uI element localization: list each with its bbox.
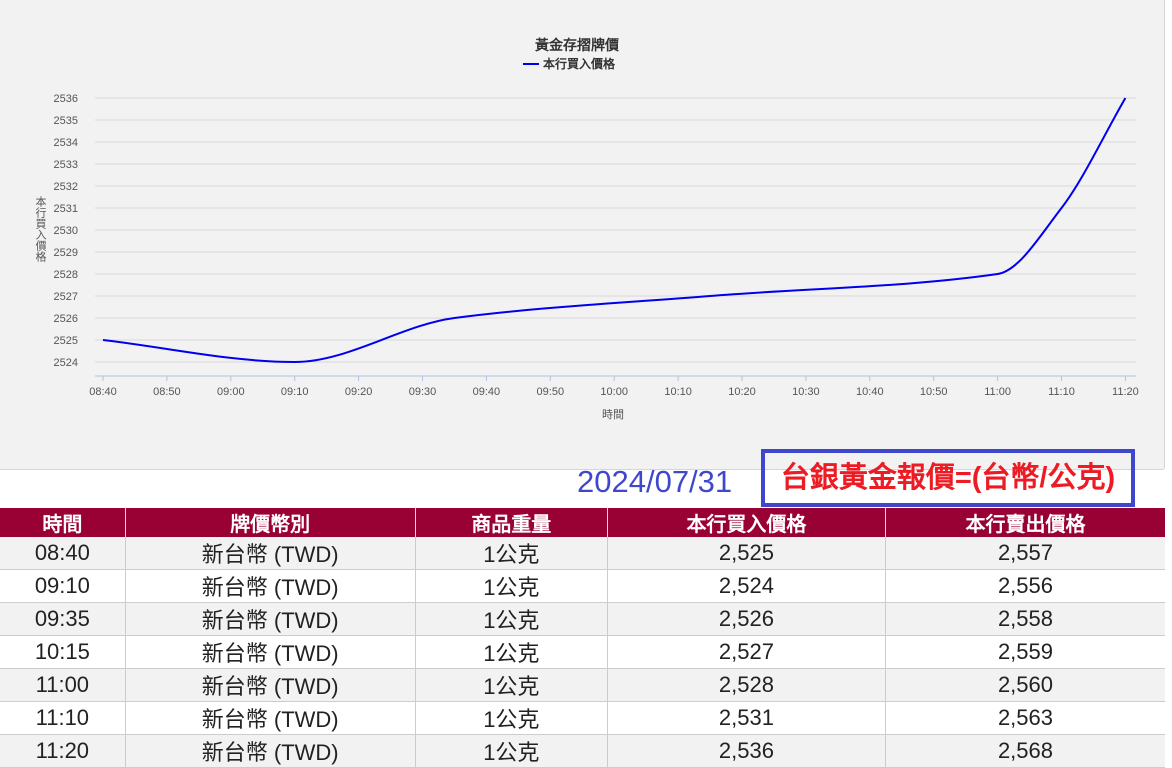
table-cell: 2,556 — [884, 569, 1165, 603]
table-cell: 2,558 — [884, 602, 1165, 636]
table-row: 10:15 新台幣 (TWD) 1公克 2,527 2,559 — [0, 635, 1165, 669]
table-cell: 新台幣 (TWD) — [124, 668, 416, 702]
table-header-row: 時間 牌價幣別 商品重量 本行買入價格 本行賣出價格 — [0, 508, 1165, 537]
table-cell: 08:40 — [0, 537, 126, 570]
table-cell: 11:00 — [0, 668, 126, 702]
table-cell: 2,531 — [606, 701, 886, 735]
x-tick-label: 11:10 — [1048, 386, 1075, 398]
table-row: 08:40 新台幣 (TWD) 1公克 2,525 2,557 — [0, 537, 1165, 570]
y-tick-label: 2526 — [54, 313, 78, 325]
table-cell: 2,527 — [606, 635, 886, 669]
price-title-box: 台銀黃金報價=(台幣/公克) — [761, 449, 1135, 507]
y-tick-label: 2533 — [54, 159, 78, 171]
table-cell: 10:15 — [0, 635, 126, 669]
table-cell: 1公克 — [414, 569, 608, 603]
table-cell: 1公克 — [414, 734, 608, 768]
x-tick-label: 09:20 — [345, 386, 373, 398]
x-tick-label: 11:20 — [1112, 386, 1139, 398]
table-cell: 2,568 — [884, 734, 1165, 768]
y-tick-label: 2530 — [54, 225, 78, 237]
table-cell: 2,526 — [606, 602, 886, 636]
table-cell: 新台幣 (TWD) — [124, 635, 416, 669]
table-cell: 2,560 — [884, 668, 1165, 702]
table-cell: 2,525 — [606, 537, 886, 570]
table-cell: 1公克 — [414, 635, 608, 669]
y-tick-label: 2534 — [54, 137, 78, 149]
y-tick-label: 2531 — [54, 203, 78, 215]
table-cell: 新台幣 (TWD) — [124, 569, 416, 603]
quote-date: 2024/07/31 — [577, 464, 733, 499]
x-tick-label: 10:30 — [792, 386, 820, 398]
y-tick-label: 2529 — [54, 247, 78, 259]
table-cell: 2,528 — [606, 668, 886, 702]
x-tick-label: 10:40 — [856, 386, 884, 398]
table-cell: 1公克 — [414, 537, 608, 570]
x-tick-label: 09:30 — [409, 386, 437, 398]
table-row: 11:00 新台幣 (TWD) 1公克 2,528 2,560 — [0, 668, 1165, 702]
table-row: 09:35 新台幣 (TWD) 1公克 2,526 2,558 — [0, 602, 1165, 636]
table-row: 09:10 新台幣 (TWD) 1公克 2,524 2,556 — [0, 569, 1165, 603]
legend-label[interactable]: 本行買入價格 — [543, 56, 616, 71]
table-cell: 1公克 — [414, 602, 608, 636]
x-tick-label: 10:50 — [920, 386, 948, 398]
table-cell: 11:10 — [0, 701, 126, 735]
table-row: 11:20 新台幣 (TWD) 1公克 2,536 2,568 — [0, 734, 1165, 768]
table-cell: 2,524 — [606, 569, 886, 603]
table-cell: 新台幣 (TWD) — [124, 734, 416, 768]
table-cell: 1公克 — [414, 701, 608, 735]
table-cell: 1公克 — [414, 668, 608, 702]
table-cell: 09:10 — [0, 569, 126, 603]
x-tick-label: 10:00 — [600, 386, 628, 398]
column-header: 商品重量 — [414, 508, 608, 537]
y-axis-label: 本行買入價格 — [34, 195, 47, 263]
x-tick-label: 11:00 — [984, 386, 1011, 398]
x-tick-label: 09:40 — [473, 386, 501, 398]
column-header: 本行買入價格 — [606, 508, 886, 537]
price-table: 時間 牌價幣別 商品重量 本行買入價格 本行賣出價格 08:40 新台幣 (TWD) 1公克… — [0, 508, 1165, 768]
column-header: 本行賣出價格 — [884, 508, 1165, 537]
y-tick-label: 2524 — [54, 357, 78, 369]
column-header: 牌價幣別 — [124, 508, 416, 537]
table-cell: 2,559 — [884, 635, 1165, 669]
table-cell: 2,563 — [884, 701, 1165, 735]
x-tick-label: 10:20 — [728, 386, 756, 398]
table-cell: 11:20 — [0, 734, 126, 768]
table-row: 11:10 新台幣 (TWD) 1公克 2,531 2,563 — [0, 701, 1165, 735]
y-tick-label: 2528 — [54, 269, 78, 281]
line-chart: 黃金存摺牌價 本行買入價格 時間 08:40 08:50 09:00 09:10 09:… — [34, 37, 1139, 421]
y-tick-label: 2527 — [54, 291, 78, 303]
y-tick-label: 2536 — [54, 93, 78, 105]
x-tick-label: 08:40 — [89, 386, 117, 398]
table-cell: 09:35 — [0, 602, 126, 636]
column-header: 時間 — [0, 508, 126, 537]
x-tick-label: 10:10 — [664, 386, 692, 398]
table-cell: 2,557 — [884, 537, 1165, 570]
y-tick-label: 2532 — [54, 181, 78, 193]
chart-panel: 黃金存摺牌價 本行買入價格 時間 08:40 08:50 09:00 09:10 09:… — [0, 0, 1165, 470]
y-tick-label: 2525 — [54, 335, 78, 347]
chart-title: 黃金存摺牌價 — [534, 37, 620, 53]
table-cell: 新台幣 (TWD) — [124, 602, 416, 636]
table-cell: 新台幣 (TWD) — [124, 537, 416, 570]
x-tick-label: 09:50 — [537, 386, 565, 398]
x-tick-label: 08:50 — [153, 386, 181, 398]
table-cell: 2,536 — [606, 734, 886, 768]
table-cell: 新台幣 (TWD) — [124, 701, 416, 735]
y-tick-label: 2535 — [54, 115, 78, 127]
x-axis-label: 時間 — [602, 408, 624, 421]
x-tick-label: 09:00 — [217, 386, 245, 398]
x-tick-label: 09:10 — [281, 386, 309, 398]
